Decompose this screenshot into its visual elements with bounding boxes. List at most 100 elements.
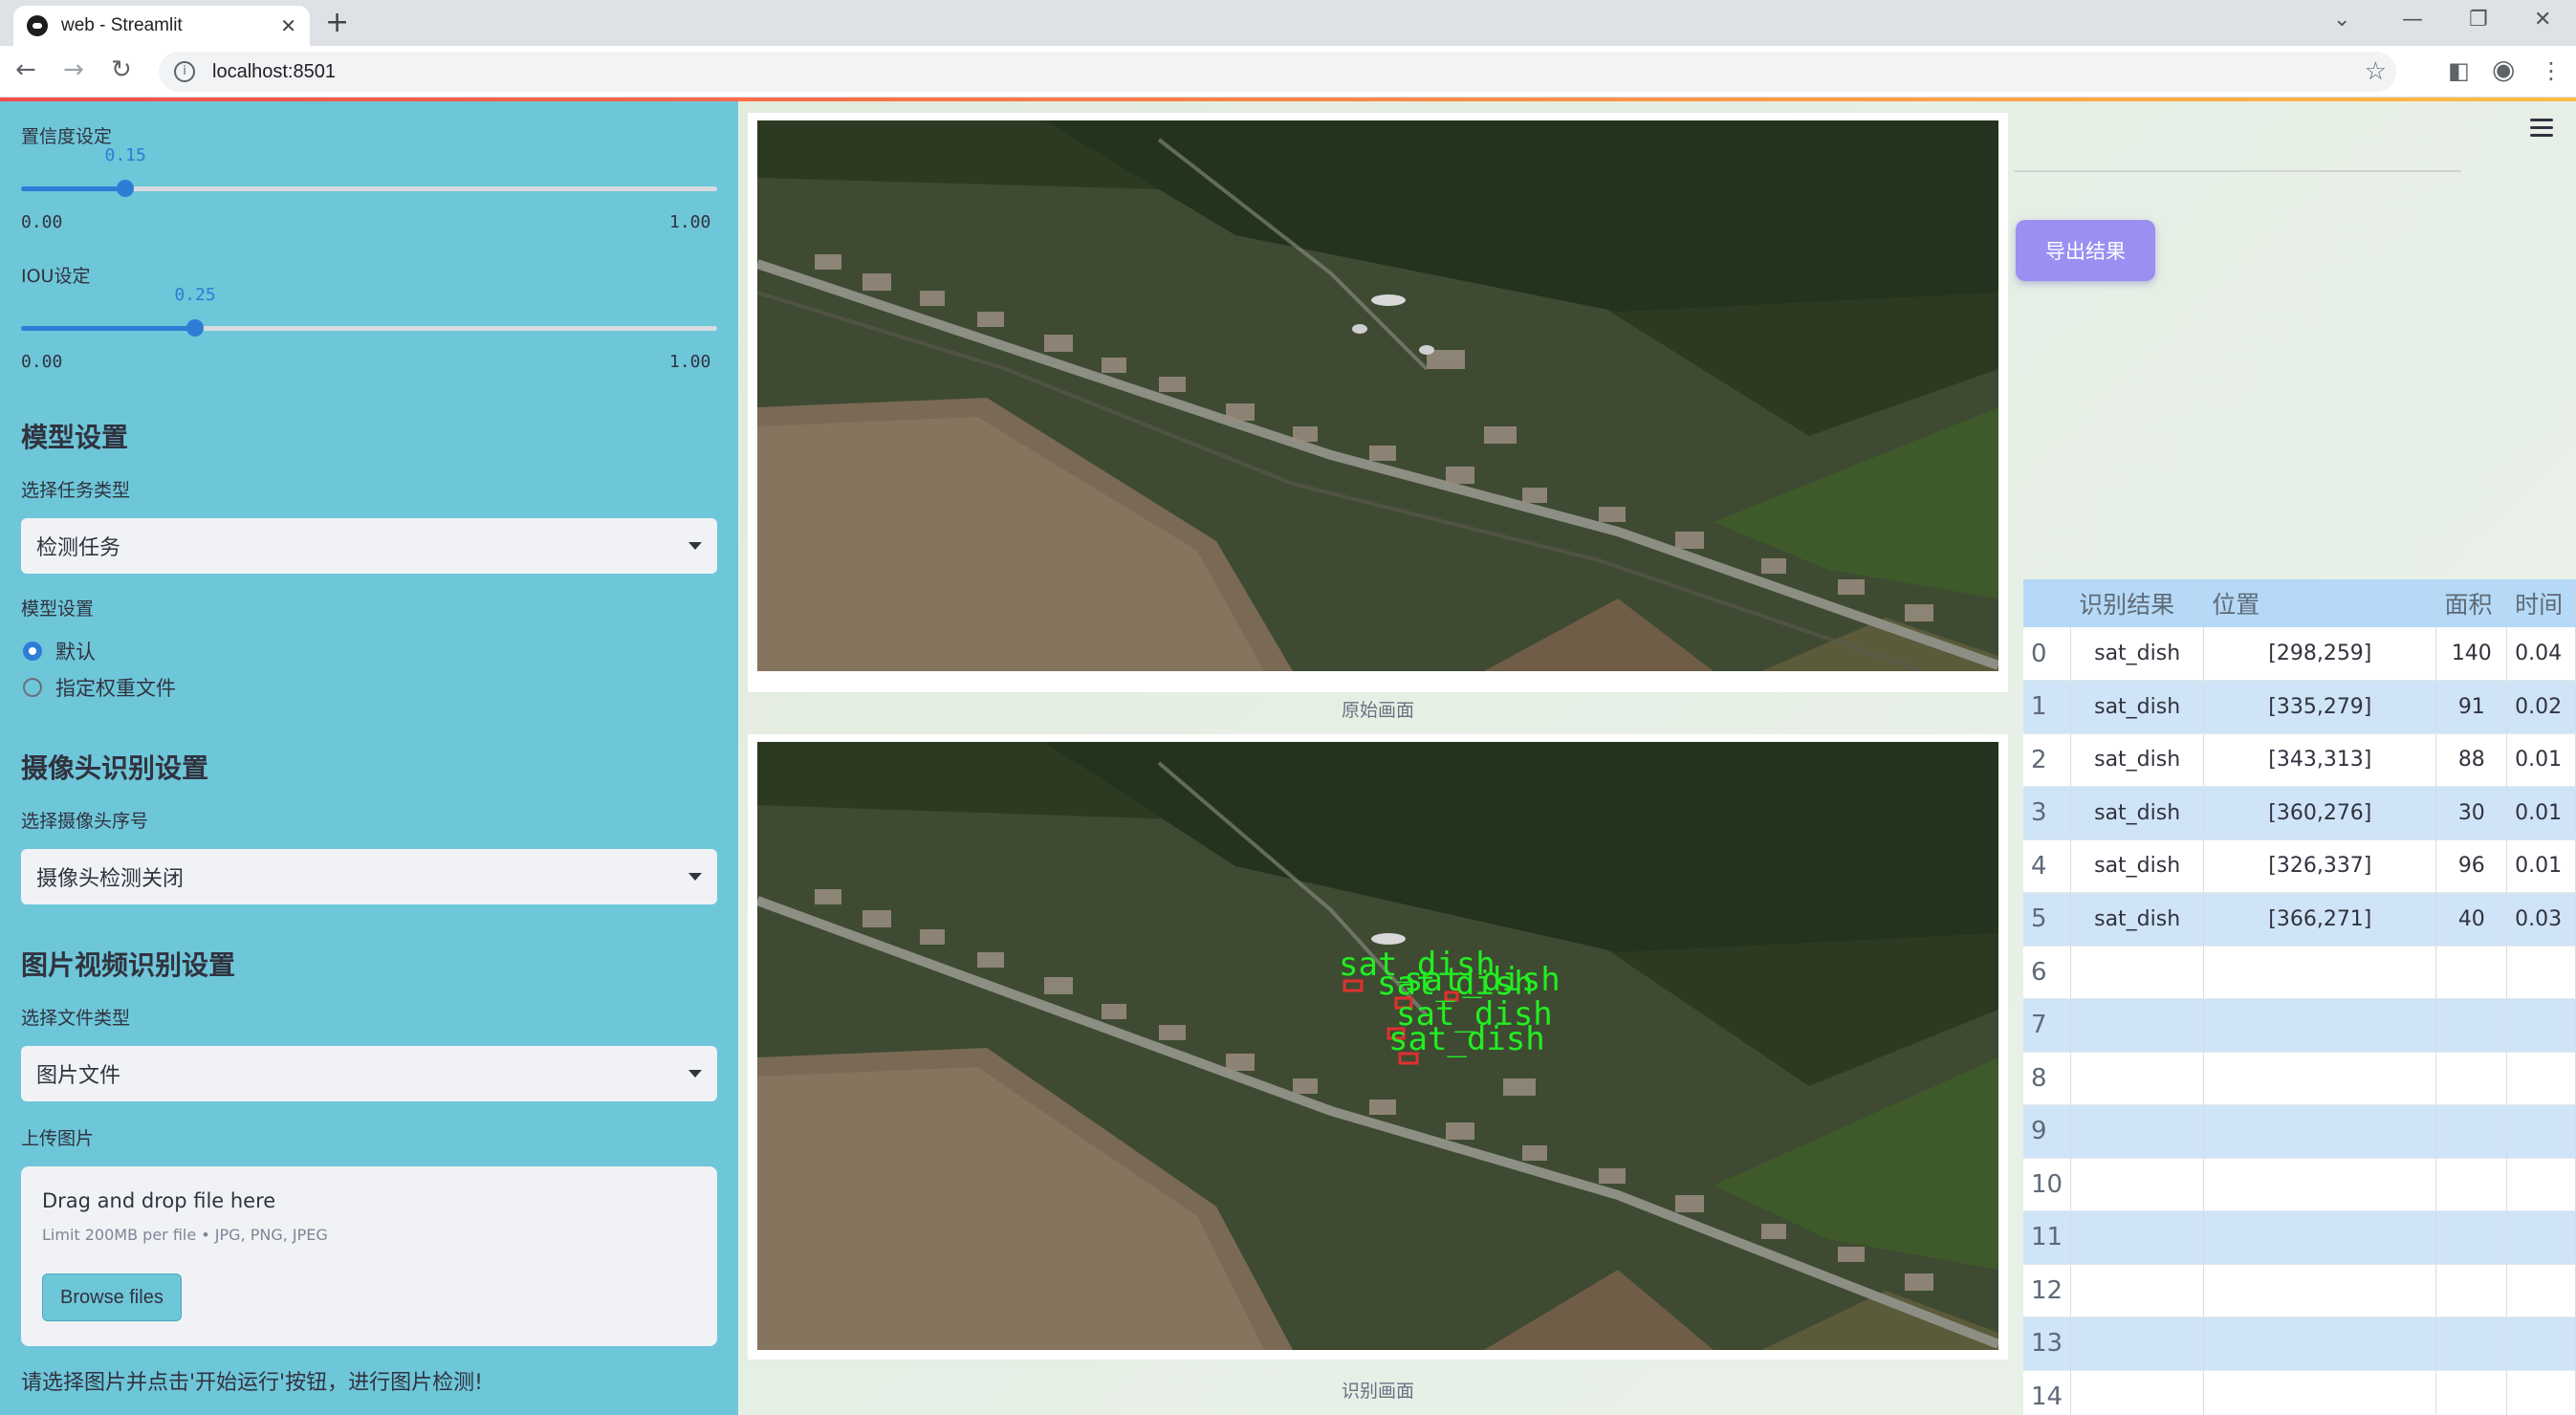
url-field[interactable]: i localhost:8501 ☆ (159, 52, 2396, 92)
row-index: 4 (2023, 839, 2072, 893)
table-row[interactable]: 13 (2023, 1317, 2576, 1371)
row-index: 9 (2023, 1104, 2072, 1159)
cell-position (2203, 1158, 2437, 1211)
cell-time: 0.01 (2506, 839, 2576, 893)
cell-position: [366,271] (2203, 892, 2437, 947)
table-row[interactable]: 1 sat_dish [335,279] 91 0.02 (2023, 680, 2576, 734)
cell-area (2435, 1264, 2508, 1317)
file-type-value: 图片文件 (36, 1064, 121, 1088)
table-row[interactable]: 6 (2023, 946, 2576, 999)
cell-time: 0.01 (2506, 733, 2576, 787)
cell-time: 0.02 (2506, 680, 2576, 734)
table-row[interactable]: 5 sat_dish [366,271] 40 0.03 (2023, 892, 2576, 947)
row-index: 0 (2023, 627, 2072, 681)
radio-custom-weights[interactable]: 指定权重文件 (23, 673, 176, 702)
chevron-down-icon (688, 1070, 702, 1078)
row-index: 3 (2023, 786, 2072, 840)
iou-slider[interactable] (21, 319, 717, 337)
column-header-time[interactable]: 时间 (2506, 579, 2576, 627)
cell-position: [343,313] (2203, 733, 2437, 787)
iou-slider-thumb[interactable] (186, 319, 204, 337)
table-row[interactable]: 10 (2023, 1158, 2576, 1211)
row-index: 8 (2023, 1052, 2072, 1105)
streamlit-favicon-icon (27, 15, 48, 36)
table-row[interactable]: 0 sat_dish [298,259] 140 0.04 (2023, 627, 2576, 681)
column-header-result[interactable]: 识别结果 (2070, 579, 2205, 627)
back-arrow-icon[interactable]: ← (15, 55, 36, 84)
cell-result (2070, 998, 2205, 1053)
tab-search-chevron-icon[interactable]: ⌄ (2333, 8, 2350, 32)
cell-time: 0.03 (2506, 892, 2576, 947)
bookmark-star-icon[interactable]: ☆ (2365, 57, 2387, 86)
profile-avatar-icon[interactable]: ◉ (2492, 54, 2515, 85)
cell-area: 88 (2435, 733, 2508, 787)
row-index: 1 (2023, 680, 2072, 734)
camera-settings-heading: 摄像头识别设置 (21, 752, 209, 784)
cell-area (2435, 1104, 2508, 1159)
reload-icon[interactable]: ↻ (111, 55, 132, 84)
row-index: 5 (2023, 892, 2072, 947)
column-header-position[interactable]: 位置 (2203, 579, 2437, 627)
detection-label: sat_dish (1388, 1020, 1545, 1058)
task-type-select[interactable]: 检测任务 (21, 518, 717, 574)
table-row[interactable]: 3 sat_dish [360,276] 30 0.01 (2023, 786, 2576, 840)
table-row[interactable]: 2 sat_dish [343,313] 88 0.01 (2023, 733, 2576, 787)
browser-menu-icon[interactable]: ⋮ (2540, 57, 2563, 84)
cell-position: [298,259] (2203, 627, 2437, 681)
radio-default-label: 默认 (55, 641, 96, 664)
table-row[interactable]: 9 (2023, 1104, 2576, 1159)
table-row[interactable]: 8 (2023, 1052, 2576, 1105)
cell-time (2506, 1264, 2576, 1317)
close-tab-icon[interactable]: ✕ (280, 14, 296, 37)
hamburger-menu-icon[interactable] (2530, 119, 2553, 142)
table-row[interactable]: 4 sat_dish [326,337] 96 0.01 (2023, 839, 2576, 893)
results-table[interactable]: 识别结果 位置 面积 时间 0 sat_dish [298,259] 140 0.04 1… (2023, 579, 2576, 1415)
table-row[interactable]: 14 (2023, 1370, 2576, 1415)
minimize-icon[interactable]: — (2402, 8, 2423, 32)
model-settings-heading: 模型设置 (21, 422, 129, 453)
side-panel-icon[interactable]: ◧ (2448, 57, 2470, 84)
file-type-select[interactable]: 图片文件 (21, 1046, 717, 1101)
row-index: 6 (2023, 946, 2072, 999)
export-results-button[interactable]: 导出结果 (2016, 220, 2155, 281)
cell-result (2070, 1317, 2205, 1371)
column-header-index (2023, 579, 2072, 627)
upload-image-label: 上传图片 (21, 1128, 95, 1149)
camera-index-select[interactable]: 摄像头检测关闭 (21, 849, 717, 904)
cell-area: 96 (2435, 839, 2508, 893)
cell-result (2070, 946, 2205, 999)
original-aerial-image (757, 120, 1998, 671)
radio-default-model[interactable]: 默认 (23, 637, 96, 665)
cell-area: 91 (2435, 680, 2508, 734)
browser-tab[interactable]: web - Streamlit ✕ (13, 6, 310, 46)
url-text: localhost:8501 (212, 60, 336, 82)
site-info-icon[interactable]: i (174, 61, 195, 82)
result-aerial-image: sat_dish sat_dish sat_dish sat_dish sat_… (757, 742, 1998, 1350)
file-dropzone[interactable]: Drag and drop file here Limit 200MB per … (21, 1166, 717, 1346)
cell-result: sat_dish (2070, 627, 2205, 681)
table-row[interactable]: 7 (2023, 998, 2576, 1053)
cell-time (2506, 946, 2576, 999)
cell-result: sat_dish (2070, 733, 2205, 787)
cell-time (2506, 1317, 2576, 1371)
confidence-slider[interactable] (21, 180, 717, 197)
new-tab-icon[interactable]: + (325, 6, 349, 40)
cell-area: 30 (2435, 786, 2508, 840)
table-row[interactable]: 11 (2023, 1210, 2576, 1265)
forward-arrow-icon[interactable]: → (63, 55, 84, 84)
table-row[interactable]: 12 (2023, 1264, 2576, 1317)
cell-result: sat_dish (2070, 892, 2205, 947)
row-index: 12 (2023, 1264, 2072, 1317)
cell-position (2203, 946, 2437, 999)
cell-position (2203, 1104, 2437, 1159)
restore-icon[interactable]: ❐ (2469, 8, 2488, 32)
task-type-label: 选择任务类型 (21, 480, 131, 501)
original-image-caption: 原始画面 (1341, 700, 1414, 721)
confidence-slider-thumb[interactable] (117, 180, 135, 197)
browse-files-button[interactable]: Browse files (42, 1274, 182, 1321)
file-type-label: 选择文件类型 (21, 1008, 131, 1029)
cell-area (2435, 1052, 2508, 1105)
window-close-icon[interactable]: ✕ (2534, 8, 2551, 32)
address-bar-row: ← → ↻ i localhost:8501 ☆ ◧ ◉ ⋮ (0, 46, 2576, 98)
column-header-area[interactable]: 面积 (2435, 579, 2508, 627)
